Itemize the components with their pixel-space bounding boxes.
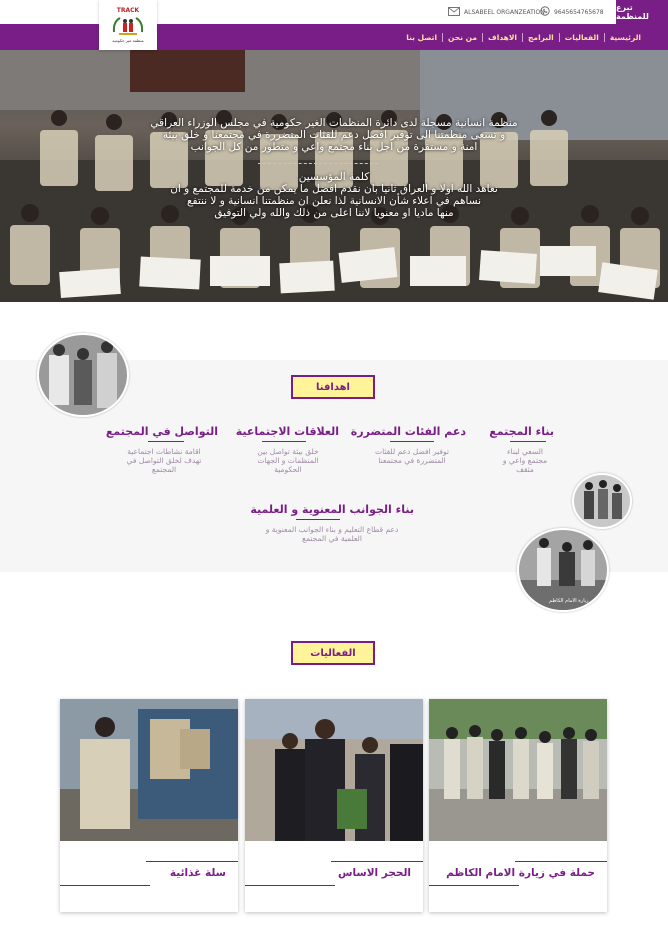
nav-item-programs[interactable]: البرامج	[522, 32, 559, 42]
donate-button[interactable]: تبرع للمنظمة	[616, 0, 668, 24]
event-card-food-basket[interactable]: سلة غذائية	[60, 699, 238, 912]
card-accent-line	[60, 885, 150, 886]
logo-emblem-icon	[112, 17, 144, 35]
goal-title-communication: التواصل في المجتمع	[105, 425, 218, 438]
event-card-foundation-stone[interactable]: الحجر الاساس	[245, 699, 423, 912]
email-address: ALSABEEL ORGANZEATION	[464, 8, 545, 16]
goal-desc-line: العلمية في المجتمع	[302, 534, 362, 543]
phone-number: 9645654765678	[554, 8, 604, 16]
goal-desc-line: مثقف	[516, 465, 534, 474]
mail-icon	[448, 6, 460, 18]
goal-title-education: بناء الجوانب المعنوية و العلمية	[250, 503, 414, 516]
event-card-image	[429, 699, 607, 841]
nav-menu: الرئيسية الفعاليات البرامج الاهداف من نح…	[401, 24, 646, 50]
goal-desc-line: دعم قطاع التعليم و بناء الجوانب المعنوية…	[265, 525, 399, 534]
event-card-title: حملة في زيارة الامام الكاظم	[446, 867, 595, 879]
goal-desc-community: السعي لبناء مجتمع واعي و مثقف	[495, 447, 555, 474]
email-contact[interactable]: ALSABEEL ORGANZEATION	[448, 0, 545, 24]
goal-desc-line: المنظمات و الجهات	[257, 456, 319, 465]
mission-line: منظمة انسانية مسجلة لدى دائرة المنظمات ا…	[150, 117, 518, 129]
nav-item-events[interactable]: الفعاليات	[558, 32, 604, 42]
goal-underline	[148, 441, 184, 442]
goal-underline	[510, 441, 546, 442]
logo-text: TRACK	[116, 7, 140, 14]
event-card-image	[60, 699, 238, 841]
goal-desc-line: مجتمع واعي و	[502, 456, 548, 465]
card-accent-line	[429, 885, 519, 886]
hero-banner: منظمة انسانية مسجلة لدى دائرة المنظمات ا…	[0, 50, 668, 302]
hero-divider	[258, 163, 378, 164]
goal-desc-education: دعم قطاع التعليم و بناء الجوانب المعنوية…	[246, 525, 418, 543]
goal-underline	[390, 441, 434, 442]
event-card-image	[245, 699, 423, 841]
card-accent-line	[146, 861, 238, 862]
goal-desc-line: المتضررة في مجتمعنا	[378, 456, 446, 465]
goal-title-relations: العلاقات الاجتماعية	[235, 425, 339, 438]
goal-desc-line: اقامة نشاطات اجتماعية	[127, 447, 201, 456]
goal-desc-line: خلق بيئة تواصل بين	[257, 447, 319, 456]
mission-line: امنة و مستقرة من اجل بناء مجتمع واعي و م…	[190, 141, 478, 153]
nav-item-about[interactable]: من نحن	[442, 32, 482, 42]
nav-item-goals[interactable]: الاهداف	[482, 32, 522, 42]
founder-line: منها ماديا او معنويا لاننا اعلى من ذلك و…	[214, 207, 454, 219]
logo-subtext: منظمة غير حكومية	[112, 38, 144, 43]
hero-founder-title: كلمة المؤسسين	[298, 171, 370, 183]
goal-desc-line: السعي لبناء	[507, 447, 543, 456]
goal-desc-support: توفير افضل دعم للفئات المتضررة في مجتمعن…	[362, 447, 462, 465]
goal-title-support: دعم الفئات المتضررة	[350, 425, 466, 438]
goals-section-title: اهدافنا	[291, 375, 375, 399]
goals-photo-circle-1	[37, 333, 129, 417]
goals-photo-circle-2	[572, 473, 632, 529]
founder-line: نساهم في اعلاء شأن الانسانية لذا نعلن ان…	[186, 195, 482, 207]
event-card-title: سلة غذائية	[169, 867, 226, 879]
phone-contact[interactable]: 9645654765678	[540, 0, 604, 24]
goal-desc-line: توفير افضل دعم للفئات	[375, 447, 449, 456]
card-accent-line	[515, 861, 607, 862]
goal-underline	[296, 519, 340, 520]
founder-line: نعاهد الله اولا و العراق ثانيا بان نقدم …	[170, 183, 498, 195]
card-accent-line	[245, 885, 335, 886]
hero-mission-text: منظمة انسانية مسجلة لدى دائرة المنظمات ا…	[120, 117, 548, 153]
circle-caption: زيارة الامام الكاظم	[549, 598, 589, 604]
mission-line: و تسعى منظمتنا الى توفير افضل دعم للفئات…	[162, 129, 506, 141]
hero-founder-text: نعاهد الله اولا و العراق ثانيا بان نقدم …	[120, 183, 548, 219]
site-logo[interactable]: TRACK منظمة غير حكومية	[99, 0, 157, 50]
goal-desc-communication: اقامة نشاطات اجتماعية تهدف لخلق التواصل …	[108, 447, 220, 474]
goal-desc-line: الحكومية	[274, 465, 302, 474]
goal-underline	[262, 441, 306, 442]
goal-desc-line: تهدف لخلق التواصل في	[126, 456, 202, 465]
nav-item-home[interactable]: الرئيسية	[603, 32, 646, 42]
goal-desc-line: المجتمع	[151, 465, 177, 474]
event-card-title: الحجر الاساس	[337, 867, 411, 879]
event-card-kadhim-visit[interactable]: حملة في زيارة الامام الكاظم	[429, 699, 607, 912]
goal-desc-relations: خلق بيئة تواصل بين المنظمات و الجهات الح…	[238, 447, 338, 474]
nav-item-contact[interactable]: اتصل بنا	[401, 33, 442, 42]
events-section-title: الفعاليات	[291, 641, 375, 665]
goal-title-community: بناء المجتمع	[489, 425, 554, 438]
card-accent-line	[331, 861, 423, 862]
goals-photo-circle-3: زيارة الامام الكاظم	[517, 528, 609, 612]
